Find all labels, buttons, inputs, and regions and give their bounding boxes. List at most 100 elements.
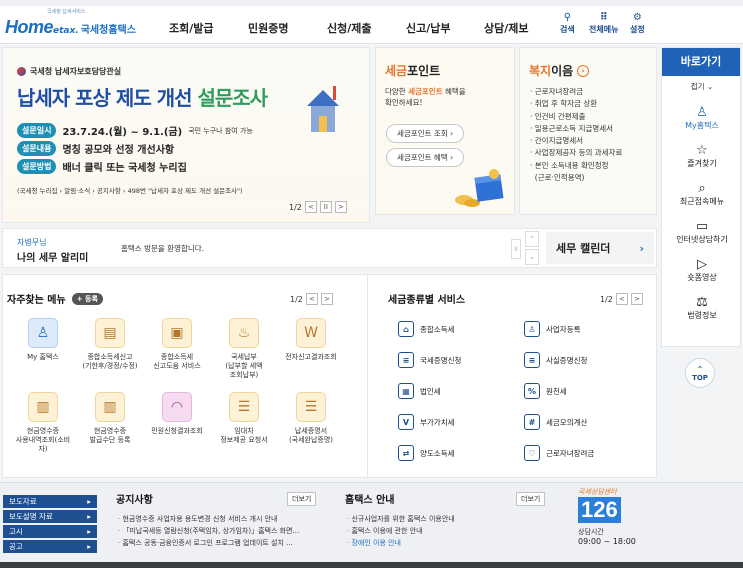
logo-home-text: Home	[5, 17, 54, 37]
scroll-top-button[interactable]: ⌃ TOP	[685, 358, 715, 388]
alert-down-button[interactable]: ⌄	[525, 249, 539, 265]
gnb-item-consult[interactable]: 상담/제보	[484, 20, 529, 36]
favorite-tile[interactable]: ▤ 종합소득세신고 (기한후/경정/수정)	[75, 318, 145, 371]
tax-service-item[interactable]: ≡ 사실증명신청	[524, 352, 587, 368]
welfare-item-3[interactable]: · 일용근로소득 지급명세서	[530, 123, 622, 135]
tax-service-title: 세금종류별 서비스	[388, 295, 466, 306]
favorite-tile[interactable]: ◠ 민원신청결과조회	[142, 392, 212, 436]
guide-item[interactable]: 홈택스 이용에 관한 안내	[347, 525, 455, 537]
gnb-item-filing[interactable]: 신고/납부	[406, 20, 451, 36]
gnb-item-certificate[interactable]: 민원증명	[248, 20, 288, 36]
gnb-item-application[interactable]: 신청/제출	[327, 20, 372, 36]
tax-service-label: 종합소득세	[420, 324, 455, 334]
logo-tagline: 국세청 납세서비스	[47, 9, 86, 15]
tax-service-next-button[interactable]: >	[630, 293, 643, 305]
favorite-tile[interactable]: W 전자신고결과조회	[276, 318, 346, 362]
welfare-item-1[interactable]: · 취업 후 학자금 상환	[530, 98, 622, 110]
banner-org-name: 국세청 납세자보호담당관실	[30, 67, 122, 76]
tax-calendar-button[interactable]: 세무 캘린더 ›	[546, 232, 654, 264]
alert-up-button[interactable]: ⌃	[525, 231, 539, 247]
banner-pager: 1/2 < II >	[289, 201, 347, 213]
notice-more-button[interactable]: 더보기	[287, 492, 317, 506]
quick-links-fold-button[interactable]: 접기 ⌄	[662, 81, 742, 92]
favorite-add-button[interactable]: + 등록	[71, 292, 103, 305]
banner-next-button[interactable]: >	[334, 201, 347, 213]
alert-pause-button[interactable]: II	[511, 239, 521, 259]
tax-service-item[interactable]: # 세금모의계산	[524, 414, 587, 430]
tax-service-item[interactable]: ⇄ 양도소득세	[398, 445, 455, 461]
main-banner[interactable]: 국세청 납세자보호담당관실 납세자 포상 제도 개선 설문조사 설문일시 23.…	[2, 47, 370, 223]
notice-item[interactable]: 홈택스 공동·금융인증서 로그인 프로그램 업데이트 설치 ...	[118, 537, 299, 549]
guide-list: 신규사업자를 위한 홈택스 이용안내 홈택스 이용에 관한 안내 장애인 이용 …	[347, 513, 455, 549]
notice-item[interactable]: 현금영수증 사업자용 용도변경 신청 서비스 개시 안내	[118, 513, 299, 525]
hometax-logo[interactable]: 국세청 납세서비스 Home etax. 국세청홈택스	[5, 9, 136, 38]
tax-point-inquiry-button[interactable]: 세금포인트 조회 ›	[386, 124, 465, 143]
guide-item[interactable]: 신규사업자를 위한 홈택스 이용안내	[347, 513, 454, 525]
quick-shortform[interactable]: ▷ 숏폼영상	[662, 258, 742, 283]
welfare-item-6[interactable]: · 본인 소득내용 확인정정	[530, 160, 622, 172]
tax-point-title-rest: 포인트	[407, 64, 441, 78]
tax-service-label: 국세증명신청	[420, 355, 462, 365]
person-icon: ♙	[28, 318, 58, 348]
tax-service-item[interactable]: % 원천세	[524, 383, 567, 399]
welfare-item-7: (근로·인적용역)	[530, 172, 622, 184]
tax-service-label: 법인세	[420, 386, 441, 396]
document-icon: ≡	[398, 352, 414, 368]
arrow-right-icon: ▸	[87, 542, 91, 551]
guide-item[interactable]: 장애인 이용 안내	[347, 537, 455, 549]
tax-service-item[interactable]: ♙ 사업자등록	[524, 321, 581, 337]
tax-point-benefit-button[interactable]: 세금포인트 혜택 ›	[386, 148, 465, 167]
favorite-tile[interactable]: ♙ My 홈택스	[8, 318, 78, 362]
welfare-item-0[interactable]: · 근로자녀장려금	[530, 86, 622, 98]
favorite-tile-label: 종합소득세신고 (기한후/경정/수정)	[82, 353, 138, 370]
banner-pause-button[interactable]: II	[319, 201, 332, 213]
gnb-item-inquiry[interactable]: 조회/발급	[169, 20, 214, 36]
favorite-tile[interactable]: ▥ 현금영수증 발급수단 등록	[75, 392, 145, 445]
favorite-next-button[interactable]: >	[320, 293, 333, 305]
quick-item-label: 법령정보	[687, 311, 717, 320]
guide-more-button[interactable]: 더보기	[516, 492, 546, 506]
footer-link-press[interactable]: 보도자료 ▸	[3, 495, 97, 508]
tax-service-item[interactable]: ⌂ 종합소득세	[398, 321, 455, 337]
welfare-item-2[interactable]: · 인건비 간편제출	[530, 111, 622, 123]
banner-title-main: 납세자 포상 제도 개선	[17, 86, 192, 110]
tax-alert-title[interactable]: 나의 세무 알리미	[17, 249, 88, 264]
quick-recent-menu[interactable]: ⌕ 최근접속메뉴	[662, 182, 742, 207]
quick-online-consult[interactable]: ▭ 인터넷상담하기	[662, 220, 742, 245]
quick-favorites[interactable]: ☆ 즐겨찾기	[662, 144, 742, 169]
welfare-title-rest: 이음	[551, 64, 574, 78]
favorite-tile[interactable]: ▣ 종합소득세 신고도움 서비스	[142, 318, 212, 371]
welfare-item-4[interactable]: · 간이지급명세서	[530, 135, 622, 147]
tax-service-item[interactable]: ♡ 근로자녀장려금	[524, 445, 594, 461]
favorite-tile[interactable]: ♨ 국세납부 (납부할 세액 조회납부)	[209, 318, 279, 380]
favorite-tile[interactable]: ▥ 현금영수증 사용내역조회(소비 자)	[8, 392, 78, 454]
monitor-chat-icon: ▭	[695, 219, 709, 234]
tax-service-item[interactable]: ≡ 국세증명신청	[398, 352, 461, 368]
footer-link-announce[interactable]: 공고 ▸	[3, 540, 97, 553]
full-menu-button[interactable]: ⠿ 전체메뉴	[589, 12, 618, 35]
tax-service-prev-button[interactable]: <	[615, 293, 628, 305]
tax-point-title-accent: 세금	[385, 64, 408, 78]
banner-prev-button[interactable]: <	[304, 201, 317, 213]
notice-item[interactable]: 「미납국세등 열람신청(주택임차, 상가임차)」홈택스 화면...	[118, 525, 299, 537]
settings-button[interactable]: ⚙ 설정	[630, 12, 645, 35]
favorite-prev-button[interactable]: <	[305, 293, 318, 305]
quick-my-hometax[interactable]: ♙ My홈택스	[662, 106, 742, 131]
welfare-title[interactable]: 복지 이음 ›	[529, 62, 590, 79]
guide-board-title: 홈택스 안내	[345, 495, 395, 506]
tax-service-item[interactable]: V 부가가치세	[398, 414, 455, 430]
gavel-icon: ⚖	[696, 295, 708, 310]
doc-list-icon: ☰	[229, 392, 259, 422]
footer-link-notice-gov[interactable]: 고시 ▸	[3, 525, 97, 538]
top-label: TOP	[692, 373, 708, 382]
welfare-item-5[interactable]: · 사업장제공자 등의 과세자료	[530, 147, 622, 159]
footer-link-press-explain[interactable]: 보도설명 자료 ▸	[3, 510, 97, 523]
favorite-tile[interactable]: ☰ 임대차 정보제공 요청서	[209, 392, 279, 445]
favorite-tile[interactable]: ☰ 납세증명서 (국세완납증명)	[276, 392, 346, 445]
quick-law-info[interactable]: ⚖ 법령정보	[662, 296, 742, 321]
search-button[interactable]: ⚲ 검색	[560, 12, 575, 35]
tax-service-item[interactable]: ▦ 법인세	[398, 383, 441, 399]
guide-item-text: 장애인 이용 안내	[351, 539, 401, 547]
guide-item-text: 홈택스 이용에 관한 안내	[351, 527, 423, 535]
heart-hand-icon: ♡	[524, 445, 540, 461]
